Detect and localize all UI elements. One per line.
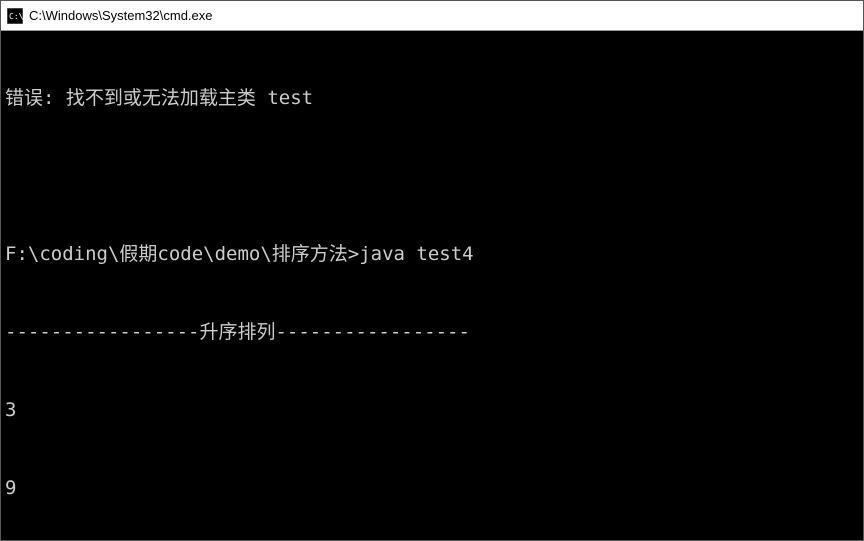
terminal-line: -----------------升序排列----------------- <box>5 319 863 345</box>
window-titlebar: C:\ C:\Windows\System32\cmd.exe <box>1 1 863 31</box>
terminal-line: 9 <box>5 475 863 501</box>
window-title: C:\Windows\System32\cmd.exe <box>29 8 213 23</box>
terminal-output[interactable]: 错误: 找不到或无法加载主类 test F:\coding\假期code\dem… <box>1 31 863 540</box>
svg-text:C:\: C:\ <box>9 12 23 21</box>
terminal-line: F:\coding\假期code\demo\排序方法>java test4 <box>5 241 863 267</box>
terminal-line <box>5 163 863 189</box>
terminal-line: 3 <box>5 397 863 423</box>
cmd-icon: C:\ <box>7 8 23 24</box>
terminal-line: 错误: 找不到或无法加载主类 test <box>5 85 863 111</box>
